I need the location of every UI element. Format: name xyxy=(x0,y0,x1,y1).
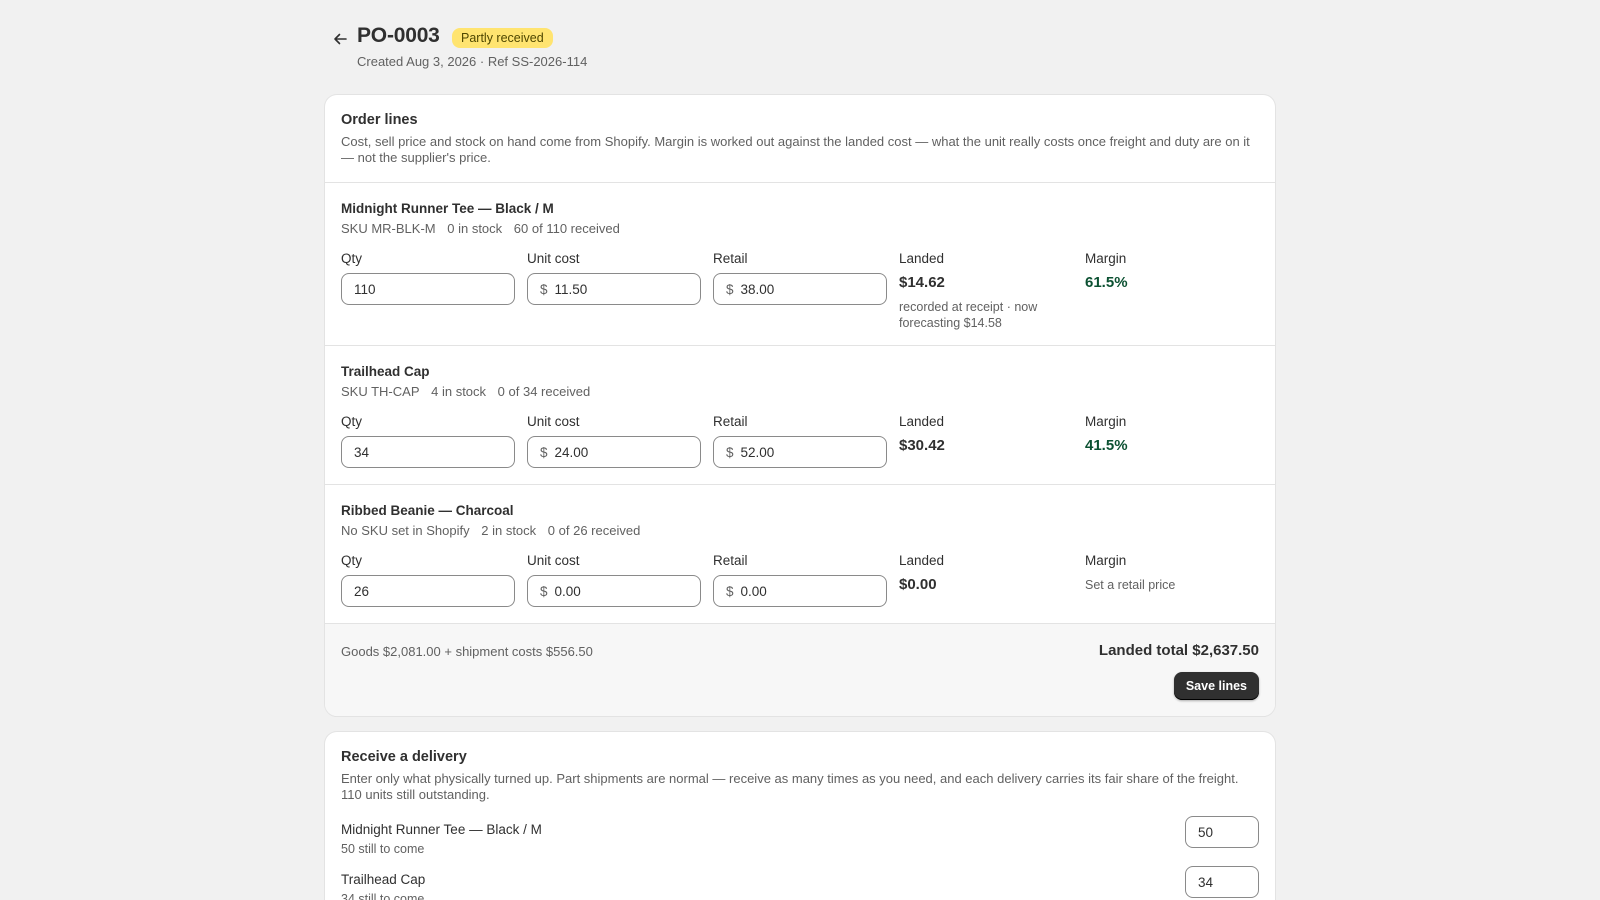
retail-input[interactable]: $ 38.00 xyxy=(713,273,887,305)
unit-cost-input[interactable]: $ 11.50 xyxy=(527,273,701,305)
order-lines-card: Order lines Cost, sell price and stock o… xyxy=(325,95,1275,716)
unit-cost-value: 0.00 xyxy=(554,583,581,599)
order-lines-header: Order lines Cost, sell price and stock o… xyxy=(325,95,1275,183)
card-title: Receive a delivery xyxy=(341,749,467,765)
receive-remaining: 50 still to come xyxy=(341,842,425,856)
receive-delivery-card: Receive a delivery Enter only what physi… xyxy=(325,732,1275,900)
retail-value: 0.00 xyxy=(740,583,767,599)
receive-remaining: 34 still to come xyxy=(341,892,425,900)
status-badge: Partly received xyxy=(452,28,553,48)
unit-cost-label: Unit cost xyxy=(527,553,580,568)
purchase-order-page: PO-0003 Partly received Created Aug 3, 2… xyxy=(325,0,1275,900)
qty-value: 26 xyxy=(354,583,370,599)
line-product-name: Trailhead Cap xyxy=(341,364,430,379)
line-product-name: Ribbed Beanie — Charcoal xyxy=(341,503,514,518)
qty-input[interactable]: 34 xyxy=(341,436,515,468)
receive-product-name: Trailhead Cap xyxy=(341,872,426,887)
receive-qty-value: 34 xyxy=(1198,874,1214,890)
landed-label: Landed xyxy=(899,414,945,429)
currency-prefix: $ xyxy=(726,444,734,460)
landed-value: $0.00 xyxy=(899,576,937,593)
margin-label: Margin xyxy=(1085,553,1127,568)
page-header: PO-0003 Partly received Created Aug 3, 2… xyxy=(325,0,1275,95)
receive-row: Trailhead Cap 34 still to come 34 xyxy=(341,866,1259,900)
back-button[interactable] xyxy=(327,26,353,52)
line-sku: SKU MR-BLK-M xyxy=(341,221,436,236)
card-title: Order lines xyxy=(341,112,418,128)
qty-label: Qty xyxy=(341,251,363,266)
receive-header: Receive a delivery Enter only what physi… xyxy=(325,732,1275,803)
margin-value: 41.5% xyxy=(1085,437,1128,454)
unit-cost-input[interactable]: $ 24.00 xyxy=(527,436,701,468)
unit-cost-input[interactable]: $ 0.00 xyxy=(527,575,701,607)
unit-cost-value: 11.50 xyxy=(554,281,588,297)
line-received: 0 of 26 received xyxy=(547,523,641,538)
retail-label: Retail xyxy=(713,414,748,429)
retail-label: Retail xyxy=(713,553,748,568)
landed-label: Landed xyxy=(899,553,945,568)
unit-cost-value: 24.00 xyxy=(554,444,589,460)
receive-qty-input[interactable]: 50 xyxy=(1185,816,1259,848)
currency-prefix: $ xyxy=(540,444,548,460)
margin-note: Set a retail price xyxy=(1085,578,1176,592)
unit-cost-label: Unit cost xyxy=(527,251,580,266)
arrow-left-icon xyxy=(334,33,347,45)
receive-qty-value: 50 xyxy=(1198,824,1214,840)
landed-value: $14.62 xyxy=(899,274,945,291)
card-description: Enter only what physically turned up. Pa… xyxy=(341,771,1239,802)
line-received: 60 of 110 received xyxy=(513,221,620,236)
line-received: 0 of 34 received xyxy=(497,384,591,399)
margin-value: 61.5% xyxy=(1085,274,1128,291)
retail-input[interactable]: $ 52.00 xyxy=(713,436,887,468)
landed-total: Landed total $2,637.50 xyxy=(1098,642,1259,659)
order-line: Midnight Runner Tee — Black / M SKU MR-B… xyxy=(325,183,1275,346)
order-line: Ribbed Beanie — Charcoal No SKU set in S… xyxy=(325,485,1275,624)
landed-label: Landed xyxy=(899,251,945,266)
qty-input[interactable]: 110 xyxy=(341,273,515,305)
line-sku: SKU TH-CAP xyxy=(341,384,420,399)
retail-value: 38.00 xyxy=(740,281,775,297)
retail-value: 52.00 xyxy=(740,444,775,460)
margin-label: Margin xyxy=(1085,414,1127,429)
line-meta: SKU TH-CAP 4 in stock 0 of 34 received xyxy=(341,384,598,399)
retail-label: Retail xyxy=(713,251,748,266)
receive-product-name: Midnight Runner Tee — Black / M xyxy=(341,822,542,837)
line-meta: No SKU set in Shopify 2 in stock 0 of 26… xyxy=(341,523,648,538)
margin-label: Margin xyxy=(1085,251,1127,266)
receive-row: Midnight Runner Tee — Black / M 50 still… xyxy=(341,816,1259,862)
landed-value: $30.42 xyxy=(899,437,945,454)
line-stock: 0 in stock xyxy=(447,221,503,236)
qty-label: Qty xyxy=(341,553,363,568)
currency-prefix: $ xyxy=(540,281,548,297)
line-stock: 2 in stock xyxy=(481,523,537,538)
currency-prefix: $ xyxy=(726,583,734,599)
qty-label: Qty xyxy=(341,414,363,429)
page-title: PO-0003 xyxy=(357,24,440,47)
card-description: Cost, sell price and stock on hand come … xyxy=(341,134,1250,165)
order-lines-footer: Goods $2,081.00 + shipment costs $556.50… xyxy=(325,624,1275,716)
qty-value: 110 xyxy=(354,281,376,297)
retail-input[interactable]: $ 0.00 xyxy=(713,575,887,607)
line-sku: No SKU set in Shopify xyxy=(341,523,470,538)
line-meta: SKU MR-BLK-M 0 in stock 60 of 110 receiv… xyxy=(341,221,628,236)
cost-summary: Goods $2,081.00 + shipment costs $556.50 xyxy=(341,644,593,659)
currency-prefix: $ xyxy=(726,281,734,297)
unit-cost-label: Unit cost xyxy=(527,414,580,429)
save-lines-button[interactable]: Save lines xyxy=(1173,672,1259,700)
landed-note: recorded at receipt · now forecasting $1… xyxy=(899,300,1038,330)
receive-qty-input[interactable]: 34 xyxy=(1185,866,1259,898)
qty-value: 34 xyxy=(354,444,370,460)
line-product-name: Midnight Runner Tee — Black / M xyxy=(341,201,554,216)
qty-input[interactable]: 26 xyxy=(341,575,515,607)
currency-prefix: $ xyxy=(540,583,548,599)
order-line: Trailhead Cap SKU TH-CAP 4 in stock 0 of… xyxy=(325,346,1275,485)
line-stock: 4 in stock xyxy=(431,384,487,399)
page-subtitle: Created Aug 3, 2026 · Ref SS-2026-114 xyxy=(357,54,588,69)
